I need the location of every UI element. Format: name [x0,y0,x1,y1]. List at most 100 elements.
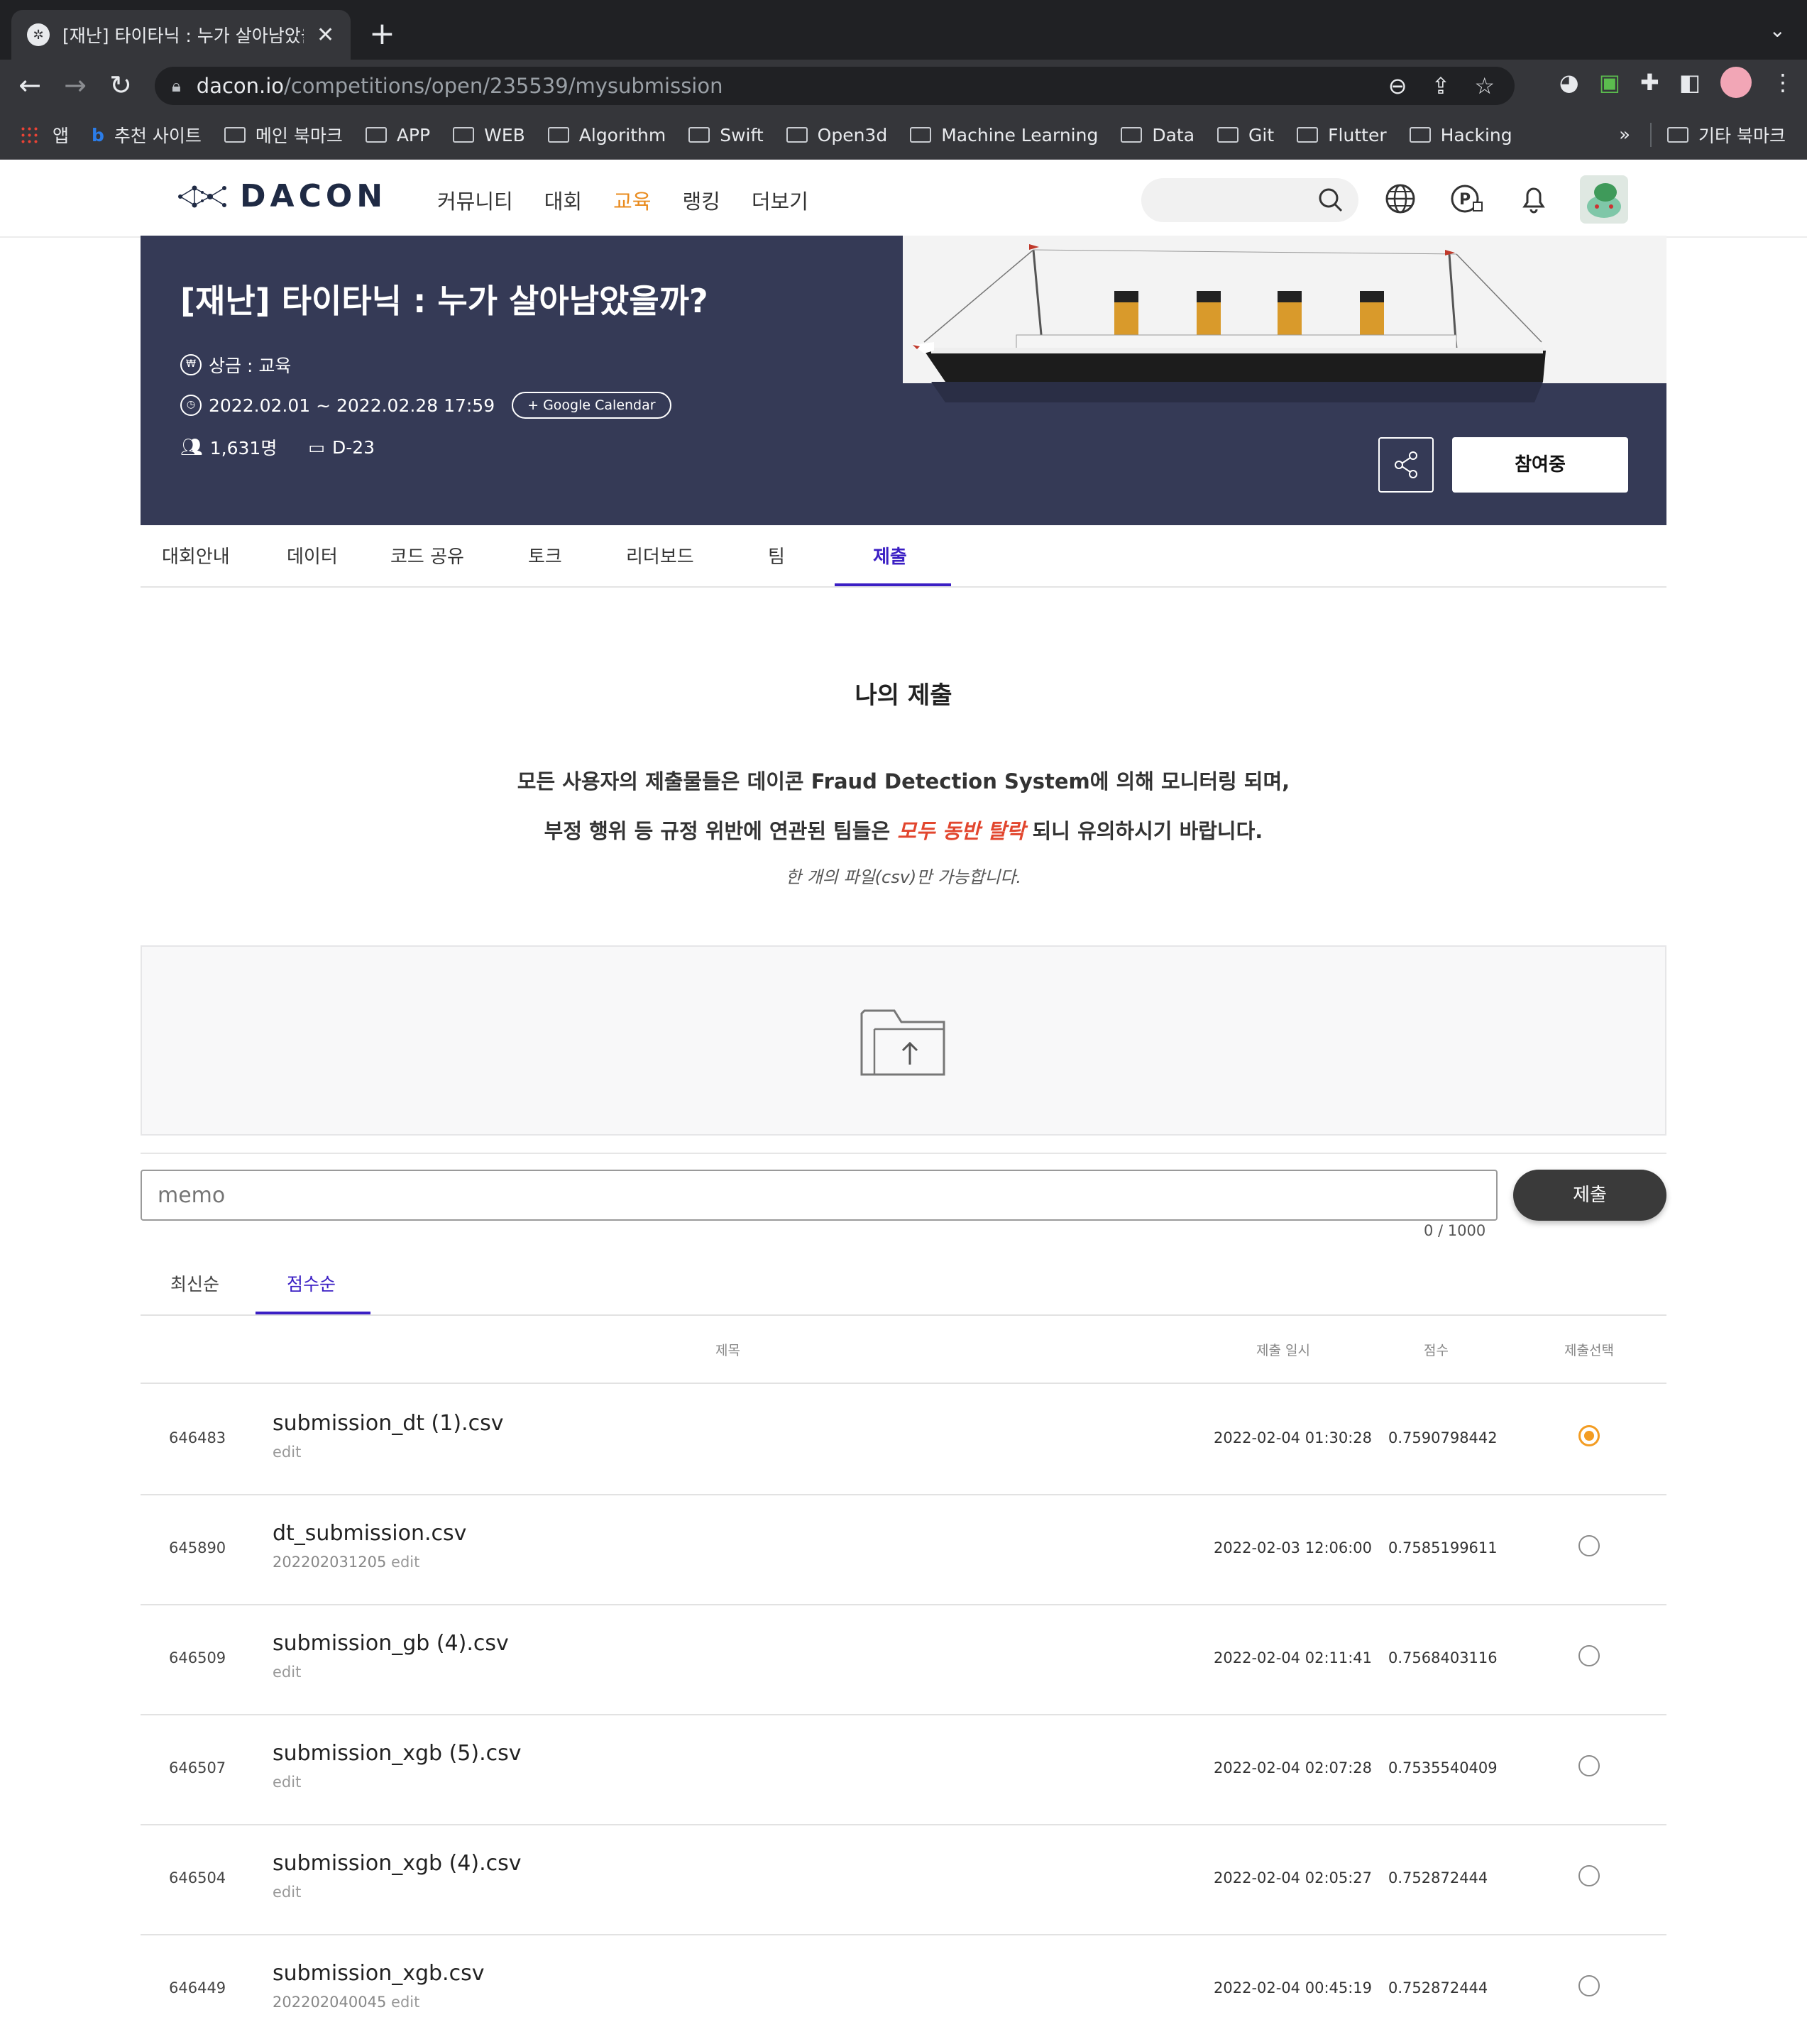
tab-overview[interactable]: 대회안내 [162,542,230,568]
submission-filename[interactable]: submission_xgb (4).csv [273,1851,522,1876]
bookmark-folder[interactable]: APP [365,125,430,145]
dacon-logo[interactable]: DACON [177,178,387,214]
bookmark-folder[interactable]: Machine Learning [910,125,1098,145]
submission-memo: 202202031205 edit [273,1554,420,1571]
share-button[interactable] [1378,437,1434,493]
lock-icon: 🔒︎ [172,76,181,96]
folder-icon [786,127,808,143]
submission-filename[interactable]: submission_gb (4).csv [273,1631,509,1656]
select-radio[interactable] [1578,1755,1600,1776]
edit-link[interactable]: edit [273,1884,301,1901]
nav-community[interactable]: 커뮤니티 [437,185,513,215]
notice-line-1: 모든 사용자의 제출물들은 데이콘 Fraud Detection System… [517,769,1290,793]
submission-filename[interactable]: submission_dt (1).csv [273,1411,503,1436]
memo-input[interactable] [141,1170,1498,1221]
select-radio[interactable] [1578,1865,1600,1886]
bookmark-star-icon[interactable]: ☆ [1474,72,1495,99]
bookmark-folder[interactable]: Hacking [1409,125,1512,145]
nav-ranking[interactable]: 랭킹 [682,185,720,215]
memo-char-count: 0 / 1000 [1424,1222,1486,1239]
won-coin-icon: ₩ [180,354,202,375]
col-select: 제출선택 [1564,1343,1614,1358]
tab-leaderboard[interactable]: 리더보드 [626,542,694,568]
tab-submission[interactable]: 제출 [873,542,907,568]
submission-date: 2022-02-04 02:05:27 [1214,1869,1373,1886]
nav-more[interactable]: 더보기 [752,185,808,215]
bookmark-folder[interactable]: Flutter [1297,125,1387,145]
svg-text:P: P [1459,191,1471,209]
select-radio[interactable] [1578,1425,1600,1446]
tab-talk[interactable]: 토크 [528,542,562,568]
bookmark-folder[interactable]: Swift [688,125,764,145]
tab-title: [재난] 타이타닉 : 누가 살아남았을까 [62,26,304,46]
side-panel-icon[interactable]: ◧ [1679,69,1701,96]
forward-arrow-icon[interactable]: → [53,70,98,101]
bookmark-apps[interactable]: 앱 [20,122,69,148]
tab-search-chevron-icon[interactable]: ⌄ [1769,18,1786,42]
extension-green-icon[interactable]: ▣ [1599,69,1620,96]
site-search-input[interactable] [1141,178,1358,222]
competition-tabs: 대회안내 데이터 코드 공유 토크 리더보드 팀 제출 [141,525,1666,588]
select-radio[interactable] [1578,1645,1600,1666]
browser-menu-icon[interactable]: ⋮ [1772,69,1794,96]
competition-banner: [재난] 타이타닉 : 누가 살아남았을까? ₩ 상금 : 교육 ◷ 2022.… [141,236,1666,525]
share-page-icon[interactable]: ⇪ [1432,72,1451,99]
edit-link[interactable]: edit [391,1994,419,2011]
zoom-icon[interactable]: ⊖ [1388,72,1407,99]
select-radio[interactable] [1578,1535,1600,1556]
bookmark-folder[interactable]: Algorithm [547,125,666,145]
bookmark-recommended[interactable]: b 추천 사이트 [92,122,202,148]
folder-icon [688,127,710,143]
bulbasaur-avatar-icon [1587,183,1621,218]
search-icon[interactable] [1317,187,1344,214]
period-row: ◷ 2022.02.01 ~ 2022.02.28 17:59 + Google… [180,392,671,419]
sort-score[interactable]: 점수순 [287,1270,336,1296]
submission-filename[interactable]: submission_xgb (5).csv [273,1741,522,1766]
table-row: 645890 dt_submission.csv 202202031205 ed… [141,1494,1666,1605]
edit-link[interactable]: edit [273,1664,301,1681]
notice-line-2: 부정 행위 등 규정 위반에 연관된 팀들은 모두 동반 탈락 되니 유의하시기… [544,819,1263,843]
bookmark-folder[interactable]: Git [1217,125,1274,145]
submission-filename[interactable]: dt_submission.csv [273,1521,466,1546]
globe-icon[interactable] [1383,181,1418,216]
tab-data[interactable]: 데이터 [287,542,338,568]
bookmark-folder[interactable]: WEB [453,125,525,145]
back-arrow-icon[interactable]: ← [7,70,53,101]
file-dropzone[interactable] [141,945,1666,1136]
browser-tab-active[interactable]: ✲ [재난] 타이타닉 : 누가 살아남았을까 ✕ [11,10,351,60]
reload-icon[interactable]: ↻ [98,70,143,101]
point-icon[interactable]: P [1449,181,1485,216]
edit-link[interactable]: edit [273,1444,301,1461]
profile-avatar[interactable] [1720,67,1752,98]
bookmark-folder[interactable]: Data [1121,125,1194,145]
submission-memo: edit [273,1444,301,1461]
participating-button[interactable]: 참여중 [1452,437,1628,493]
participants-icon: 👥︎ [180,436,203,457]
extensions-puzzle-icon[interactable]: ✚ [1640,69,1659,96]
tab-team[interactable]: 팀 [768,542,785,568]
more-bookmarks-button[interactable]: » [1619,124,1630,145]
edit-link[interactable]: edit [391,1554,419,1571]
bookmark-folder[interactable]: 메인 북마크 [224,122,343,148]
other-bookmarks[interactable]: 기타 북마크 [1667,122,1786,148]
folder-icon [365,127,387,143]
folder-upload-icon [860,1009,945,1076]
close-tab-icon[interactable]: ✕ [317,23,334,48]
extension-cow-icon[interactable]: ◕ [1559,69,1579,96]
stats-row: 👥︎ 1,631명 ▭ D-23 [180,434,375,460]
submission-filename[interactable]: submission_xgb.csv [273,1961,484,1986]
bookmark-folder[interactable]: Open3d [786,125,887,145]
tab-code-share[interactable]: 코드 공유 [390,542,464,568]
submit-button[interactable]: 제출 [1513,1170,1666,1221]
nav-competitions[interactable]: 대회 [544,185,582,215]
sort-latest[interactable]: 최신순 [170,1270,219,1296]
submission-date: 2022-02-04 02:07:28 [1214,1759,1373,1776]
address-bar[interactable]: 🔒︎ dacon.io/competitions/open/235539/mys… [155,67,1515,105]
bell-icon[interactable] [1516,181,1551,216]
nav-education[interactable]: 교육 [613,185,651,215]
user-avatar[interactable] [1580,175,1628,224]
google-calendar-button[interactable]: + Google Calendar [512,392,671,419]
edit-link[interactable]: edit [273,1774,301,1791]
select-radio[interactable] [1578,1975,1600,1996]
new-tab-icon[interactable]: + [369,16,395,52]
